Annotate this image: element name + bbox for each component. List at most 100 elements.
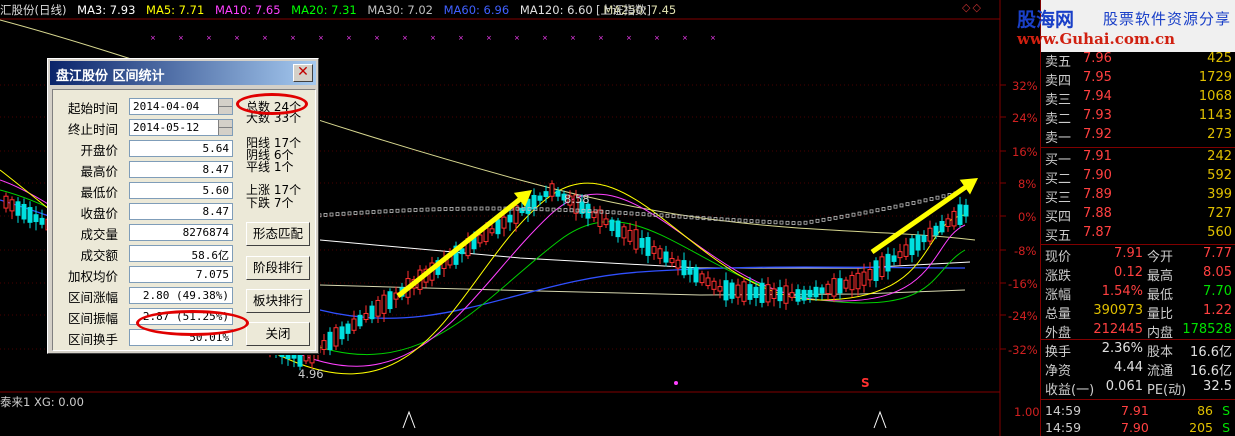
sell-label: 卖一: [1045, 131, 1072, 146]
candle-body: [39, 217, 45, 225]
pink-mark: ×: [206, 34, 212, 42]
diamond-icons[interactable]: ◇◇: [962, 1, 983, 14]
sell-row-4[interactable]: 卖四 7.95 1729: [1041, 70, 1235, 89]
stage-rank-button[interactable]: 阶段排行: [246, 256, 310, 280]
pink-mark: ×: [514, 34, 520, 42]
ma-label-1: MA5: 7.71: [146, 3, 205, 17]
index-mini-candle: [869, 209, 874, 214]
index-mini-candle: [497, 206, 502, 211]
field-label: 成交额: [80, 248, 118, 263]
field-label: 起始时间: [67, 101, 118, 116]
candle-body: [873, 260, 879, 281]
buy-row-3[interactable]: 买三 7.89 399: [1041, 187, 1235, 206]
close-button[interactable]: 关闭: [246, 322, 310, 346]
index-mini-candle: [347, 211, 352, 216]
pink-mark: ×: [234, 34, 240, 42]
candle-body: [789, 292, 795, 298]
stat-value: 212445: [1093, 322, 1143, 337]
stat-value: 0.12: [1114, 265, 1143, 280]
index-mini-candle: [881, 207, 886, 211]
spinner-icon[interactable]: [218, 99, 232, 114]
index-mini-candle: [611, 210, 616, 215]
candle-body: [723, 280, 729, 301]
index-mini-candle: [389, 209, 394, 213]
index-mini-candle: [629, 211, 634, 216]
indicator-axis-label: 1.00: [1014, 405, 1040, 419]
stock-title: 汇股份(日线): [0, 3, 67, 17]
date-picker[interactable]: 2014-04-04: [129, 98, 233, 115]
stat-fall: 下跌 7个: [246, 196, 294, 210]
index-mini-candle: [779, 220, 784, 225]
buy-row-5[interactable]: 买五 7.87 560: [1041, 225, 1235, 244]
index-mini-candle: [899, 203, 904, 208]
close-icon[interactable]: ✕: [293, 64, 313, 82]
field-label: 终止时间: [67, 122, 118, 137]
candle-body: [639, 238, 645, 248]
index-mini-candle: [563, 208, 568, 212]
dialog-titlebar[interactable]: 盘江股份 区间统计 ✕: [50, 61, 316, 85]
axis-label-8: 8%: [1018, 177, 1037, 191]
candle-body: [927, 227, 933, 242]
tick-time: 14:59: [1045, 420, 1082, 435]
candle-body: [531, 194, 537, 210]
spinner-icon[interactable]: [218, 120, 232, 135]
buy-row-1[interactable]: 买一 7.91 242: [1041, 149, 1235, 168]
candle-body: [321, 340, 327, 350]
index-mini-candle: [893, 204, 898, 209]
pink-mark: ×: [374, 34, 380, 42]
pink-mark: ×: [710, 34, 716, 42]
index-mini-candle: [887, 205, 892, 210]
sell-row-3[interactable]: 卖三 7.94 1068: [1041, 89, 1235, 108]
index-mini-candle: [341, 211, 346, 216]
candle-body: [729, 282, 735, 299]
candle-body: [681, 260, 687, 276]
sell-row-5[interactable]: 卖五 7.96 425: [1041, 51, 1235, 70]
candle-body: [687, 267, 693, 275]
tick-row[interactable]: 14:59 7.90 205 S: [1041, 420, 1235, 436]
quote-stat-row: 换手 2.36% 股本 16.6亿: [1041, 341, 1235, 360]
stat-label: 最高: [1147, 269, 1174, 284]
candle-body: [951, 210, 957, 227]
high-price-marker: 8.58: [564, 192, 590, 206]
candle-body: [825, 283, 831, 295]
quote-stat-row: 涨跌 0.12 最高 8.05: [1041, 265, 1235, 284]
sell-row-2[interactable]: 卖二 7.93 1143: [1041, 108, 1235, 127]
candle-body: [555, 190, 561, 197]
indicator-spike: [402, 410, 416, 429]
buy-row-4[interactable]: 买四 7.88 727: [1041, 206, 1235, 225]
index-mini-candle: [797, 221, 802, 226]
buy-label: 买四: [1045, 210, 1072, 225]
divider: [1041, 399, 1235, 400]
sector-rank-button[interactable]: 板块排行: [246, 289, 310, 313]
overlay-index-label[interactable]: [上证指数]: [596, 2, 651, 18]
index-mini-candle: [365, 210, 370, 215]
dialog-title: 盘江股份 区间统计: [56, 69, 165, 84]
sell-volume: 1143: [1198, 108, 1232, 123]
index-mini-candle: [755, 219, 760, 224]
candle-body: [603, 218, 609, 226]
candle-body: [459, 248, 465, 255]
sell-row-1[interactable]: 卖一 7.92 273: [1041, 127, 1235, 146]
sell-price: 7.96: [1083, 51, 1112, 66]
stat-value: 32.5: [1203, 379, 1232, 394]
buy-label: 买五: [1045, 229, 1072, 244]
stat-value: 16.6亿: [1190, 345, 1232, 360]
index-mini-candle: [425, 207, 430, 212]
index-mini-candle: [785, 220, 790, 225]
buy-volume: 727: [1207, 206, 1232, 221]
index-mini-candle: [941, 194, 946, 199]
pattern-match-button[interactable]: 形态匹配: [246, 222, 310, 246]
index-mini-candle: [641, 212, 646, 217]
candle-body: [27, 207, 33, 223]
buy-row-2[interactable]: 买二 7.90 592: [1041, 168, 1235, 187]
pink-mark: ×: [626, 34, 632, 42]
stat-label: 量比: [1147, 307, 1174, 322]
field-value-text: 58.6亿: [191, 249, 230, 262]
candle-body: [495, 219, 501, 235]
field-label: 加权均价: [67, 269, 118, 284]
tick-row[interactable]: 14:59 7.91 86 S: [1041, 403, 1235, 419]
date-picker[interactable]: 2014-05-12: [129, 119, 233, 136]
index-mini-candle: [455, 206, 460, 211]
index-mini-candle: [767, 220, 772, 224]
pink-mark: ×: [458, 34, 464, 42]
